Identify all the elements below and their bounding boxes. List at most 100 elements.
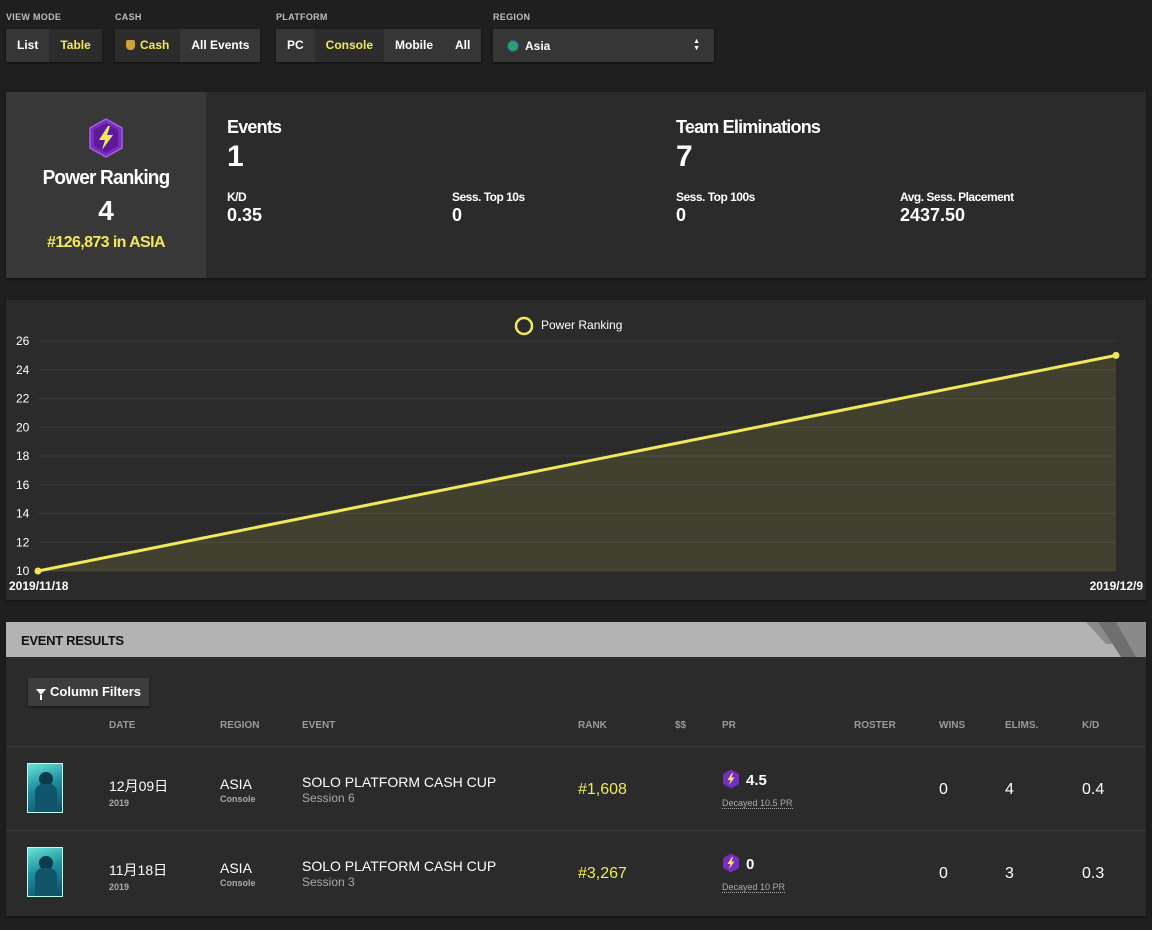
avg-placement-label: Avg. Sess. Placement [900, 190, 1014, 204]
col-header-rank[interactable]: RANK [578, 720, 607, 731]
col-header-wins[interactable]: WINS [939, 720, 965, 731]
date-cell: 12月09日 2019 [109, 776, 168, 808]
platform-all-button[interactable]: All [444, 29, 481, 62]
power-ranking-icon [89, 118, 123, 158]
platform-label: PLATFORM [276, 12, 328, 22]
view-mode-toggle: List Table [6, 29, 102, 62]
power-ranking-icon [723, 853, 739, 873]
row-platform: Console [220, 878, 256, 888]
row-session: Session 3 [302, 875, 355, 889]
y-tick-label: 20 [16, 420, 30, 434]
col-header-event[interactable]: EVENT [302, 720, 335, 731]
region-cell: ASIA Console [220, 776, 256, 804]
regional-rank: #126,873 in ASIA [47, 234, 165, 251]
row-decayed[interactable]: Decayed 10 PR [722, 882, 786, 893]
y-tick-label: 10 [16, 564, 30, 578]
col-header-elims[interactable]: ELIMS. [1005, 720, 1038, 731]
chart-legend[interactable]: Power Ranking [514, 316, 622, 336]
power-ranking-icon [723, 769, 739, 789]
all-events-button[interactable]: All Events [180, 29, 260, 62]
sess-top10-stat: Sess. Top 10s 0 [452, 190, 525, 226]
row-pr: 4.5 [746, 772, 767, 789]
col-header-date[interactable]: DATE [109, 720, 135, 731]
row-event: SOLO PLATFORM CASH CUP [302, 774, 497, 790]
x-tick-label: 2019/12/9 [1090, 579, 1144, 593]
header-decoration [1086, 622, 1146, 657]
filter-icon [36, 689, 46, 700]
row-date: 11月18日 [109, 862, 168, 878]
kd-label: K/D [227, 190, 247, 204]
power-ranking-title: Power Ranking [42, 167, 171, 190]
avg-placement-stat: Avg. Sess. Placement 2437.50 [900, 190, 1014, 226]
row-kd: 0.4 [1082, 781, 1105, 798]
row-event: SOLO PLATFORM CASH CUP [302, 858, 497, 874]
legend-label: Power Ranking [541, 318, 622, 332]
col-header-kd[interactable]: K/D [1082, 720, 1099, 731]
col-header-roster[interactable]: ROSTER [854, 720, 896, 731]
team-eliminations-value: 7 [676, 140, 693, 173]
event-cell[interactable]: SOLO PLATFORM CASH CUP Session 3 [302, 858, 496, 889]
event-results-panel: EVENT RESULTS Column Filters DATE REGION… [6, 622, 1146, 916]
row-wins: 0 [939, 781, 948, 798]
sess-top100-stat: Sess. Top 100s 0 [676, 190, 755, 226]
view-mode-label: VIEW MODE [6, 12, 62, 22]
chart-data-point [1112, 351, 1120, 359]
view-mode-table-button[interactable]: Table [49, 29, 102, 62]
events-value: 1 [227, 140, 244, 173]
events-stat: Events 1 [227, 117, 282, 174]
y-tick-label: 26 [16, 334, 30, 348]
y-tick-label: 16 [16, 478, 30, 492]
column-filters-button[interactable]: Column Filters [28, 678, 150, 706]
money-bag-icon [126, 40, 135, 50]
row-elims: 3 [1005, 865, 1014, 882]
region-label: REGION [493, 12, 531, 22]
power-ranking-value: 4 [98, 195, 114, 226]
team-eliminations-label: Team Eliminations [676, 117, 821, 137]
sess-top10-value: 0 [452, 205, 463, 225]
event-cell[interactable]: SOLO PLATFORM CASH CUP Session 6 [302, 774, 496, 805]
player-avatar[interactable] [27, 763, 63, 813]
view-mode-list-button[interactable]: List [6, 29, 49, 62]
col-header-pr[interactable]: PR [722, 720, 736, 731]
region-select-value: Asia [525, 38, 551, 53]
row-decayed[interactable]: Decayed 10.5 PR [722, 798, 793, 809]
power-ranking-box: Power Ranking 4 #126,873 in ASIA [6, 92, 206, 278]
avg-placement-value: 2437.50 [900, 205, 966, 225]
sess-top100-label: Sess. Top 100s [676, 190, 755, 204]
row-session: Session 6 [302, 791, 355, 805]
table-row[interactable]: 12月09日 2019 ASIA Console SOLO PLATFORM C… [6, 746, 1146, 830]
events-label: Events [227, 117, 282, 137]
kd-stat: K/D 0.35 [227, 190, 262, 226]
cash-filter: CASH Cash All Events [115, 12, 261, 62]
y-tick-label: 24 [16, 363, 30, 377]
cash-toggle: Cash All Events [115, 29, 261, 62]
cash-button[interactable]: Cash [115, 29, 181, 62]
player-avatar[interactable] [27, 847, 63, 897]
stats-panel: Power Ranking 4 #126,873 in ASIA Events … [6, 92, 1146, 278]
col-header-cash[interactable]: $$ [675, 720, 686, 731]
chart-data-point [34, 567, 42, 575]
row-year: 2019 [109, 882, 130, 892]
kd-value: 0.35 [227, 205, 263, 225]
col-header-region[interactable]: REGION [220, 720, 259, 731]
platform-filter: PLATFORM PC Console Mobile All [276, 12, 482, 62]
row-rank: #1,608 [578, 781, 627, 798]
chart-canvas: 10 12 14 16 18 20 22 24 26 2019/11/18 2019/12/9 P… [9, 316, 1144, 593]
y-tick-label: 14 [16, 507, 30, 521]
region-select[interactable]: Asia ▲ ▼ [493, 29, 714, 62]
y-tick-label: 12 [16, 535, 30, 549]
platform-pc-button[interactable]: PC [276, 29, 315, 62]
sess-top100-value: 0 [676, 205, 687, 225]
power-ranking-chart: 10 12 14 16 18 20 22 24 26 2019/11/18 2019/12/9 P… [6, 300, 1146, 600]
view-mode-filter: VIEW MODE List Table [6, 12, 102, 62]
row-elims: 4 [1005, 781, 1014, 798]
row-date: 12月09日 [109, 778, 169, 794]
cash-label: CASH [115, 12, 142, 22]
platform-mobile-button[interactable]: Mobile [384, 29, 444, 62]
region-filter: REGION Asia ▲ ▼ [493, 12, 714, 62]
x-tick-label: 2019/11/18 [9, 579, 69, 593]
table-row[interactable]: 11月18日 2019 ASIA Console SOLO PLATFORM C… [6, 830, 1146, 914]
row-platform: Console [220, 794, 256, 804]
globe-icon [507, 39, 519, 52]
platform-console-button[interactable]: Console [314, 29, 385, 62]
